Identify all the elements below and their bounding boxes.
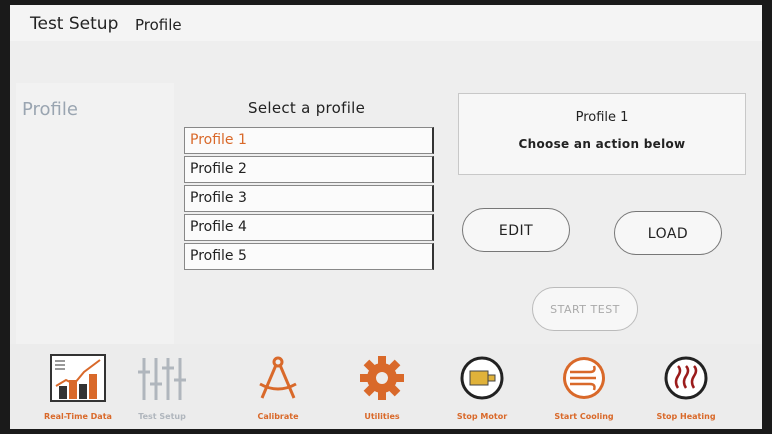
profile-item-1[interactable]: Profile 1 (184, 127, 434, 154)
profile-item-3[interactable]: Profile 3 (184, 185, 434, 212)
page-title: Test Setup (30, 14, 119, 34)
bottom-toolbar: Real-Time Data Test Setup Calibrate Util… (10, 344, 762, 429)
profile-info-panel: Profile 1 Choose an action below (458, 93, 746, 175)
utilities-label: Utilities (364, 412, 400, 421)
test-setup-button[interactable]: Test Setup (122, 344, 202, 429)
load-button[interactable]: LOAD (614, 211, 722, 255)
sidebar-label: Profile (22, 99, 78, 120)
page-subtitle: Profile (135, 16, 182, 34)
realtime-data-label: Real-Time Data (44, 412, 112, 421)
sliders-icon (138, 358, 186, 400)
selected-profile-title: Profile 1 (575, 110, 629, 125)
start-test-button[interactable]: START TEST (532, 287, 638, 331)
edit-button[interactable]: EDIT (462, 208, 570, 252)
stop-motor-button[interactable]: Stop Motor (442, 344, 522, 429)
calibrate-label: Calibrate (257, 412, 299, 421)
motor-icon (460, 356, 504, 400)
stop-motor-label: Stop Motor (456, 412, 508, 421)
calibrate-button[interactable]: Calibrate (238, 344, 318, 429)
action-instruction: Choose an action below (518, 137, 686, 151)
profile-list-heading: Select a profile (248, 99, 366, 117)
gear-icon (360, 356, 404, 400)
sidebar: Profile (16, 83, 174, 345)
profile-list: Profile 1 Profile 2 Profile 3 Profile 4 … (184, 127, 434, 272)
compass-icon (259, 356, 297, 399)
utilities-button[interactable]: Utilities (342, 344, 422, 429)
profile-item-5[interactable]: Profile 5 (184, 243, 434, 270)
start-cooling-label: Start Cooling (554, 412, 614, 421)
realtime-chart-icon (50, 354, 106, 402)
test-setup-label: Test Setup (138, 412, 186, 421)
screen: Test Setup Profile Profile Select a prof… (10, 5, 762, 429)
heating-icon (664, 356, 708, 400)
stop-heating-button[interactable]: Stop Heating (646, 344, 726, 429)
profile-item-4[interactable]: Profile 4 (184, 214, 434, 241)
title-bar: Test Setup Profile (10, 5, 762, 41)
start-cooling-button[interactable]: Start Cooling (544, 344, 624, 429)
realtime-data-button[interactable]: Real-Time Data (38, 344, 118, 429)
stop-heating-label: Stop Heating (656, 412, 716, 421)
cooling-icon (563, 357, 605, 399)
profile-item-2[interactable]: Profile 2 (184, 156, 434, 183)
